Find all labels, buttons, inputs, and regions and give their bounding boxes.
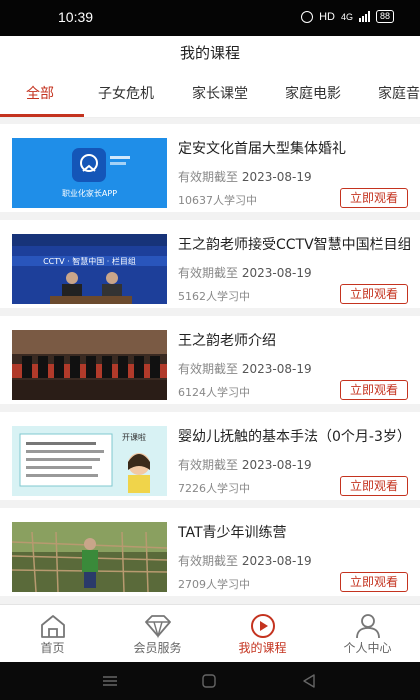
- expiry-label: 有效期截至: [178, 554, 239, 568]
- tab-family-movie[interactable]: 家庭电影: [285, 70, 341, 117]
- expiry-date: 2023-08-19: [241, 554, 312, 568]
- learner-count: 6124人学习中: [178, 386, 250, 399]
- nav-home[interactable]: 首页: [0, 605, 105, 663]
- expiry-label: 有效期截至: [178, 458, 239, 472]
- nav-label: 个人中心: [343, 641, 392, 655]
- status-bar: 10:39 HD 4G 88: [0, 0, 420, 36]
- thumb-caption: 职业化家长APP: [61, 189, 118, 198]
- course-thumbnail[interactable]: 职业化家长APP: [12, 138, 167, 208]
- alarm-icon: [301, 10, 314, 23]
- watch-now-button[interactable]: 立即观看: [340, 476, 408, 496]
- course-title[interactable]: 王之韵老师介绍: [178, 330, 410, 350]
- course-thumbnail[interactable]: [12, 330, 167, 400]
- battery-icon: 88: [375, 10, 394, 23]
- expiry-date: 2023-08-19: [241, 266, 312, 280]
- course-expiry: 有效期截至 2023-08-19: [178, 552, 312, 569]
- tab-indicator: [0, 114, 84, 117]
- watch-now-button[interactable]: 立即观看: [340, 188, 408, 208]
- thumb-caption: 开课啦: [122, 433, 146, 442]
- learner-count: 10637人学习中: [178, 194, 257, 207]
- page-title: 我的课程: [179, 44, 240, 62]
- play-icon: [251, 614, 275, 638]
- home-square-icon[interactable]: [202, 674, 216, 688]
- watch-now-button[interactable]: 立即观看: [340, 284, 408, 304]
- system-nav-bar: [0, 662, 420, 700]
- expiry-label: 有效期截至: [178, 362, 239, 376]
- status-time: 10:39: [58, 9, 94, 25]
- expiry-date: 2023-08-19: [241, 458, 312, 472]
- title-bar: 我的课程: [0, 36, 420, 70]
- person-icon: [356, 614, 380, 639]
- category-tabs: 全部 子女危机 家长课堂 家庭电影 家庭音: [0, 70, 420, 118]
- network-indicator: 4G: [340, 11, 353, 22]
- expiry-label: 有效期截至: [178, 170, 239, 184]
- course-list: 职业化家长APP 定安文化首届大型集体婚礼 有效期截至 2023-08-19 1…: [0, 118, 420, 604]
- nav-label: 我的课程: [238, 641, 287, 655]
- course-card[interactable]: 王之韵老师介绍 有效期截至 2023-08-19 6124人学习中 立即观看: [0, 316, 420, 404]
- learner-count: 5162人学习中: [178, 290, 250, 303]
- course-card[interactable]: CCTV · 智慧中国 · 栏目组 王之韵老师接受CCTV智慧中国栏目组专访 有…: [0, 220, 420, 308]
- tab-all[interactable]: 全部: [26, 70, 54, 117]
- thumb-caption: CCTV · 智慧中国 · 栏目组: [43, 257, 136, 266]
- nav-profile[interactable]: 个人中心: [315, 605, 420, 663]
- course-title[interactable]: TAT青少年训练营: [178, 522, 410, 542]
- course-thumbnail[interactable]: CCTV · 智慧中国 · 栏目组: [12, 234, 167, 304]
- course-expiry: 有效期截至 2023-08-19: [178, 264, 312, 281]
- nav-label: 首页: [40, 641, 65, 655]
- course-expiry: 有效期截至 2023-08-19: [178, 168, 312, 185]
- nav-my-courses[interactable]: 我的课程: [210, 605, 315, 663]
- course-title[interactable]: 婴幼儿抚触的基本手法（0个月-3岁）: [178, 426, 410, 446]
- course-title[interactable]: 定安文化首届大型集体婚礼: [178, 138, 410, 158]
- tab-child-crisis[interactable]: 子女危机: [98, 70, 154, 117]
- signal-icon: [358, 11, 370, 22]
- expiry-label: 有效期截至: [178, 266, 239, 280]
- course-thumbnail[interactable]: 开课啦: [12, 426, 167, 496]
- diamond-icon: [145, 615, 171, 639]
- expiry-date: 2023-08-19: [241, 362, 312, 376]
- nav-label: 会员服务: [133, 641, 182, 655]
- expiry-date: 2023-08-19: [241, 170, 312, 184]
- course-title[interactable]: 王之韵老师接受CCTV智慧中国栏目组专访: [178, 234, 410, 254]
- course-expiry: 有效期截至 2023-08-19: [178, 360, 312, 377]
- home-icon: [41, 615, 65, 638]
- back-icon[interactable]: [302, 674, 316, 688]
- course-card[interactable]: 开课啦 婴幼儿抚触的基本手法（0个月-3岁） 有效期截至 2023-08-19 …: [0, 412, 420, 500]
- course-card[interactable]: 职业化家长APP 定安文化首届大型集体婚礼 有效期截至 2023-08-19 1…: [0, 124, 420, 212]
- menu-icon[interactable]: [102, 675, 118, 687]
- bottom-nav: 首页 会员服务 我的课程 个人中心: [0, 604, 420, 662]
- nav-membership[interactable]: 会员服务: [105, 605, 210, 663]
- course-thumbnail[interactable]: [12, 522, 167, 592]
- tab-family-music[interactable]: 家庭音: [378, 70, 420, 117]
- watch-now-button[interactable]: 立即观看: [340, 380, 408, 400]
- course-card[interactable]: TAT青少年训练营 有效期截至 2023-08-19 2709人学习中 立即观看: [0, 508, 420, 596]
- learner-count: 7226人学习中: [178, 482, 250, 495]
- hd-indicator: HD: [319, 10, 335, 23]
- learner-count: 2709人学习中: [178, 578, 250, 591]
- tab-parent-class[interactable]: 家长课堂: [192, 70, 248, 117]
- course-expiry: 有效期截至 2023-08-19: [178, 456, 312, 473]
- status-icons: HD 4G 88: [301, 10, 394, 23]
- watch-now-button[interactable]: 立即观看: [340, 572, 408, 592]
